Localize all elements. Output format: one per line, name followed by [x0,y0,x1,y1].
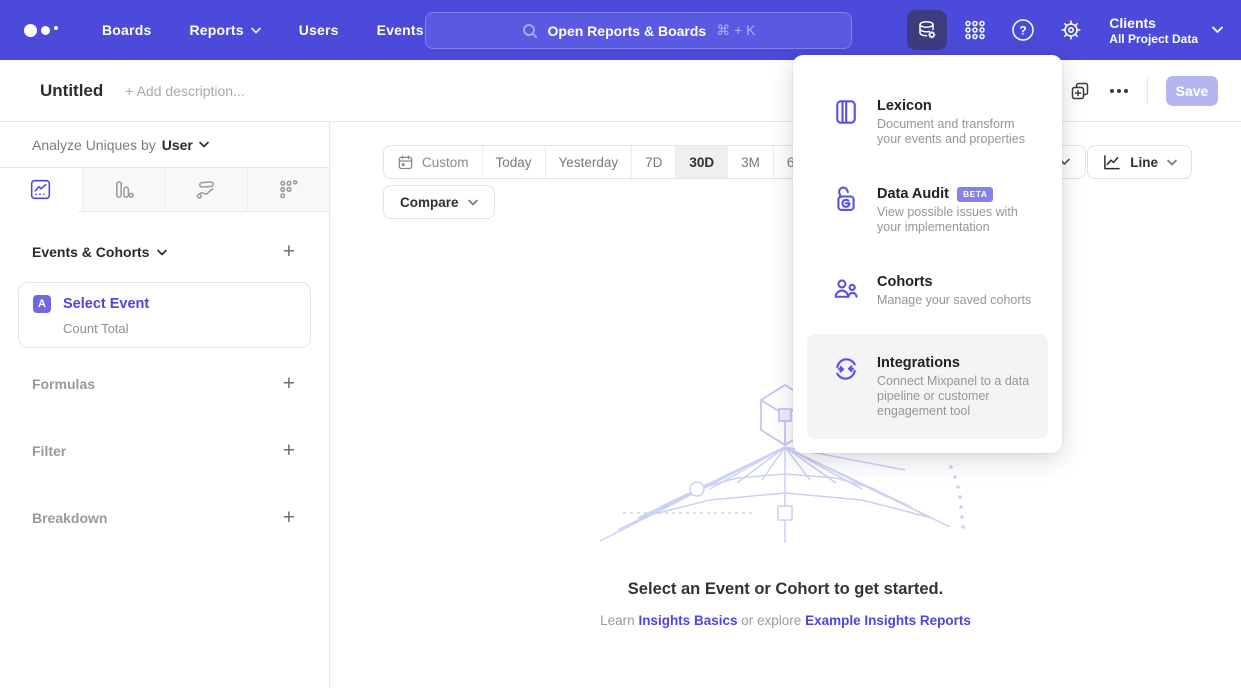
lexicon-book-icon [831,97,861,147]
add-event-button[interactable]: + [283,242,295,262]
report-canvas: Custom Today Yesterday 7D 30D 3M 6M Comp… [330,122,1241,688]
breakdown-label: Breakdown [32,510,107,526]
chevron-down-icon [157,249,167,256]
duplicate-button[interactable] [1069,80,1091,102]
tab-retention-chart[interactable] [247,168,330,211]
nav-item-users[interactable]: Users [299,22,339,38]
search-shortcut: ⌘ + K [716,22,755,39]
menu-item-cohorts[interactable]: Cohorts Manage your saved cohorts [807,261,1048,320]
chevron-down-icon [1212,26,1223,34]
apps-grid-button[interactable] [955,10,995,50]
date-range-control: Custom Today Yesterday 7D 30D 3M 6M [383,145,823,179]
analyze-prefix: Analyze Uniques by [32,137,156,153]
org-name: Clients [1109,14,1198,32]
analyze-row: Analyze Uniques by User [0,122,329,167]
example-insights-reports-link[interactable]: Example Insights Reports [805,613,971,628]
svg-text:?: ? [1020,24,1027,38]
mixpanel-logo-icon[interactable] [24,24,72,37]
add-filter-button[interactable]: + [283,441,295,461]
chevron-down-icon [199,141,209,148]
tab-flows-chart[interactable] [164,168,247,211]
breakdown-section: Breakdown + [0,508,329,528]
compare-dropdown[interactable]: Compare [383,185,495,219]
project-switcher[interactable]: Clients All Project Data [1109,14,1223,47]
save-button[interactable]: Save [1166,76,1218,106]
settings-button[interactable] [1051,10,1091,50]
chevron-down-icon [1167,159,1177,166]
header-actions: Save [1069,76,1218,106]
cohorts-users-icon [831,273,861,308]
chevron-down-icon [251,27,261,34]
line-chart-icon [1102,154,1121,171]
data-audit-icon [831,185,861,235]
question-circle-icon: ? [1010,17,1036,43]
nav-item-events[interactable]: Events [377,22,424,38]
analyze-by-dropdown[interactable]: User [162,137,209,153]
date-range-30d[interactable]: 30D [675,146,727,178]
empty-state-title: Select an Event or Cohort to get started… [330,580,1241,599]
events-cohorts-header: Events & Cohorts + [0,242,329,262]
project-scope: All Project Data [1109,32,1198,47]
select-event-label[interactable]: Select Event [63,296,149,312]
more-options-button[interactable] [1109,88,1129,94]
formulas-label: Formulas [32,376,95,392]
insights-basics-link[interactable]: Insights Basics [638,613,737,628]
events-cohorts-toggle[interactable]: Events & Cohorts [32,244,167,260]
calendar-icon [397,154,414,171]
nav-item-reports[interactable]: Reports [189,22,260,38]
chevron-down-icon [468,199,478,206]
tab-bar-chart[interactable] [82,168,165,211]
tab-line-chart[interactable] [0,168,82,212]
chart-style-dropdown[interactable]: Line [1087,145,1192,179]
retention-dots-icon [277,178,300,201]
date-range-7d[interactable]: 7D [631,146,675,178]
search-placeholder: Open Reports & Boards [548,23,707,39]
data-management-menu: Lexicon Document and transform your even… [793,55,1062,453]
gear-icon [1058,17,1084,43]
help-button[interactable]: ? [1003,10,1043,50]
flows-icon [194,178,217,201]
empty-state-subtitle: Learn Insights Basics or explore Example… [330,613,1241,628]
add-breakdown-button[interactable]: + [283,508,295,528]
navbar-right: ? Clients All Project Data [907,0,1223,60]
ellipsis-icon [1109,88,1129,94]
duplicate-icon [1069,80,1091,102]
divider [1147,78,1148,104]
add-formula-button[interactable]: + [283,374,295,394]
bar-chart-icon [112,178,135,201]
insights-line-chart-icon [29,178,52,201]
menu-item-lexicon[interactable]: Lexicon Document and transform your even… [807,85,1048,159]
filter-section: Filter + [0,441,329,461]
date-range-today[interactable]: Today [482,146,545,178]
grid-dots-icon [963,18,987,42]
nav-item-boards[interactable]: Boards [102,22,151,38]
primary-nav: Boards Reports Users Events [102,22,424,38]
chart-type-tabs [0,167,329,212]
menu-item-data-audit[interactable]: Data Audit BETA View possible issues wit… [807,173,1048,247]
data-management-button[interactable] [907,10,947,50]
event-letter-badge: A [33,295,51,313]
query-builder-sidebar: Analyze Uniques by User [0,122,330,688]
beta-badge: BETA [957,187,994,202]
top-navbar: Boards Reports Users Events Open Reports… [0,0,1241,60]
filter-label: Filter [32,443,66,459]
report-title[interactable]: Untitled [40,81,103,101]
integrations-sync-icon [831,354,861,419]
add-description-field[interactable]: + Add description... [125,83,244,99]
global-search-input[interactable]: Open Reports & Boards ⌘ + K [425,12,852,49]
menu-item-integrations[interactable]: Integrations Connect Mixpanel to a data … [807,334,1048,439]
database-gear-icon [915,18,939,42]
date-range-yesterday[interactable]: Yesterday [545,146,632,178]
count-total-label[interactable]: Count Total [63,321,296,336]
date-range-custom[interactable]: Custom [384,146,482,178]
formulas-section: Formulas + [0,374,329,394]
search-icon [522,23,538,39]
event-row-card[interactable]: A Select Event Count Total [18,282,311,348]
date-range-3m[interactable]: 3M [727,146,773,178]
